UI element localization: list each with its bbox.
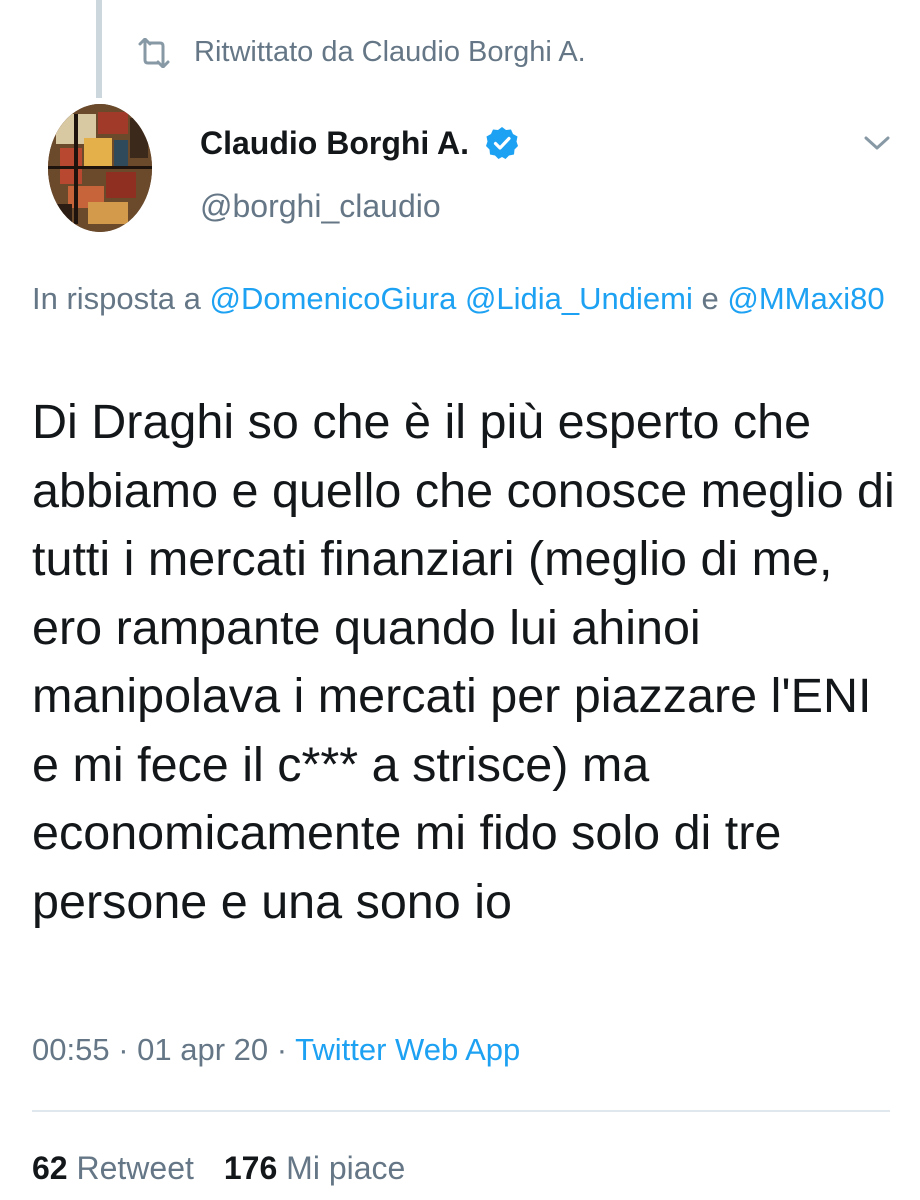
avatar[interactable] (48, 104, 152, 232)
chevron-down-icon[interactable] (862, 128, 892, 158)
retweets-count: 62 (32, 1150, 68, 1186)
verified-badge-icon (485, 126, 519, 160)
likes-label: Mi piace (286, 1150, 406, 1186)
tweet-stats: 62 Retweet 176 Mi piace (32, 1150, 405, 1187)
tweet-source-link[interactable]: Twitter Web App (295, 1032, 520, 1067)
divider (32, 1110, 890, 1112)
tweet-date[interactable]: 01 apr 20 (137, 1032, 268, 1067)
mention-link[interactable]: @MMaxi80 (727, 281, 884, 316)
reply-prefix: In risposta a (32, 281, 210, 316)
mention-link[interactable]: @DomenicoGiura (209, 281, 456, 316)
retweets-label: Retweet (76, 1150, 194, 1186)
meta-separator: · (268, 1032, 296, 1067)
author-handle[interactable]: @borghi_claudio (200, 188, 519, 225)
likes-count: 176 (223, 1150, 278, 1186)
reply-context: In risposta a @DomenicoGiura @Lidia_Undi… (32, 276, 892, 322)
retweets-stat[interactable]: 62 Retweet (32, 1150, 194, 1186)
thread-connector-line (96, 0, 102, 98)
reply-conjunction: e (692, 281, 728, 316)
meta-separator: · (109, 1032, 138, 1067)
tweet-body: Di Draghi so che è il più esperto che ab… (32, 395, 895, 929)
mention-link[interactable]: @Lidia_Undiemi (465, 281, 693, 316)
author-name[interactable]: Claudio Borghi A. (200, 125, 469, 162)
tweet-meta: 00:55 · 01 apr 20 · Twitter Web App (32, 1032, 520, 1068)
retweet-icon (136, 37, 172, 68)
tweet-header: Claudio Borghi A. @borghi_claudio (200, 118, 519, 225)
retweet-context-label: Ritwittato da Claudio Borghi A. (194, 36, 586, 68)
retweet-context[interactable]: Ritwittato da Claudio Borghi A. (136, 36, 586, 69)
likes-stat[interactable]: 176 Mi piace (224, 1150, 405, 1186)
author-name-row[interactable]: Claudio Borghi A. (200, 118, 519, 168)
tweet-time[interactable]: 00:55 (32, 1032, 110, 1067)
